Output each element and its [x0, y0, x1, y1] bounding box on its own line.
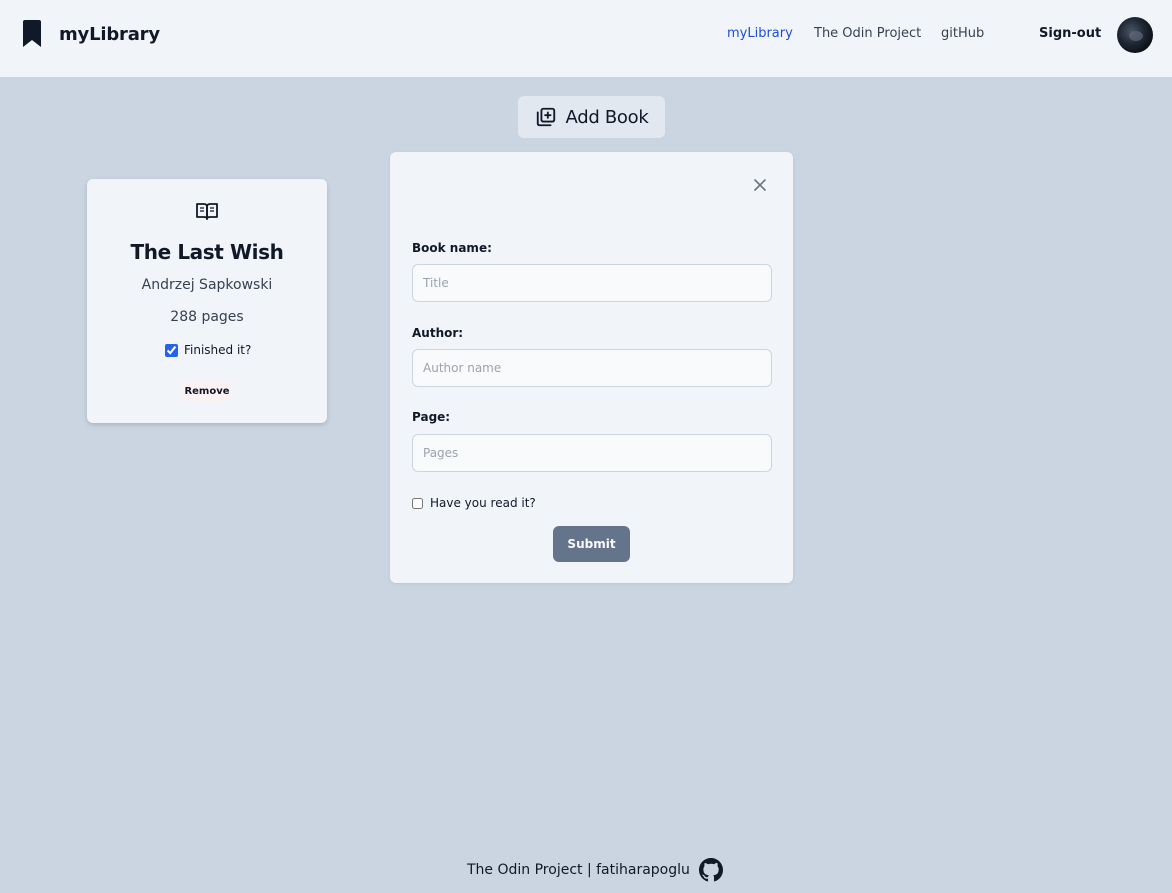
close-button[interactable] — [752, 177, 768, 193]
top-navbar: myLibrary myLibrary The Odin Project git… — [0, 0, 1172, 77]
avatar[interactable] — [1117, 17, 1153, 53]
nav-link-odin-project[interactable]: The Odin Project — [814, 26, 921, 41]
library-add-icon — [536, 107, 555, 127]
finished-toggle[interactable]: Finished it? — [165, 343, 251, 357]
footer: The Odin Project | fatiharapoglu — [467, 858, 723, 882]
page-label: Page: — [412, 410, 451, 424]
open-book-icon — [196, 203, 218, 220]
add-book-dialog: Book name: Author: Page: Have you read i… — [390, 152, 793, 583]
author-label: Author: — [412, 326, 464, 340]
add-book-button[interactable]: Add Book — [518, 96, 665, 138]
author-input[interactable] — [412, 349, 772, 387]
bookmark-icon — [23, 20, 41, 47]
add-book-label: Add Book — [565, 106, 649, 128]
book-author: Andrzej Sapkowski — [141, 277, 273, 293]
finished-checkbox[interactable] — [165, 343, 178, 357]
brand-name: myLibrary — [59, 23, 160, 45]
brand[interactable]: myLibrary — [22, 20, 160, 48]
sign-out-link[interactable]: Sign-out — [1039, 26, 1101, 41]
book-card: The Last Wish Andrzej Sapkowski 288 page… — [87, 179, 327, 423]
read-toggle[interactable]: Have you read it? — [412, 496, 536, 510]
book-name-label: Book name: — [412, 241, 492, 255]
book-name-input[interactable] — [412, 264, 772, 302]
github-icon[interactable] — [698, 858, 723, 882]
book-pages: 288 pages — [170, 309, 244, 325]
nav-link-mylibrary[interactable]: myLibrary — [727, 26, 793, 41]
close-icon — [754, 179, 766, 191]
book-title: The Last Wish — [130, 240, 284, 264]
remove-button[interactable]: Remove — [182, 381, 232, 401]
nav-link-github[interactable]: gitHub — [941, 26, 984, 41]
finished-label: Finished it? — [184, 343, 252, 357]
read-label: Have you read it? — [430, 496, 536, 510]
footer-text: The Odin Project | fatiharapoglu — [467, 862, 690, 878]
pages-input[interactable] — [412, 434, 772, 472]
submit-button[interactable]: Submit — [553, 526, 630, 562]
read-checkbox[interactable] — [412, 497, 423, 509]
